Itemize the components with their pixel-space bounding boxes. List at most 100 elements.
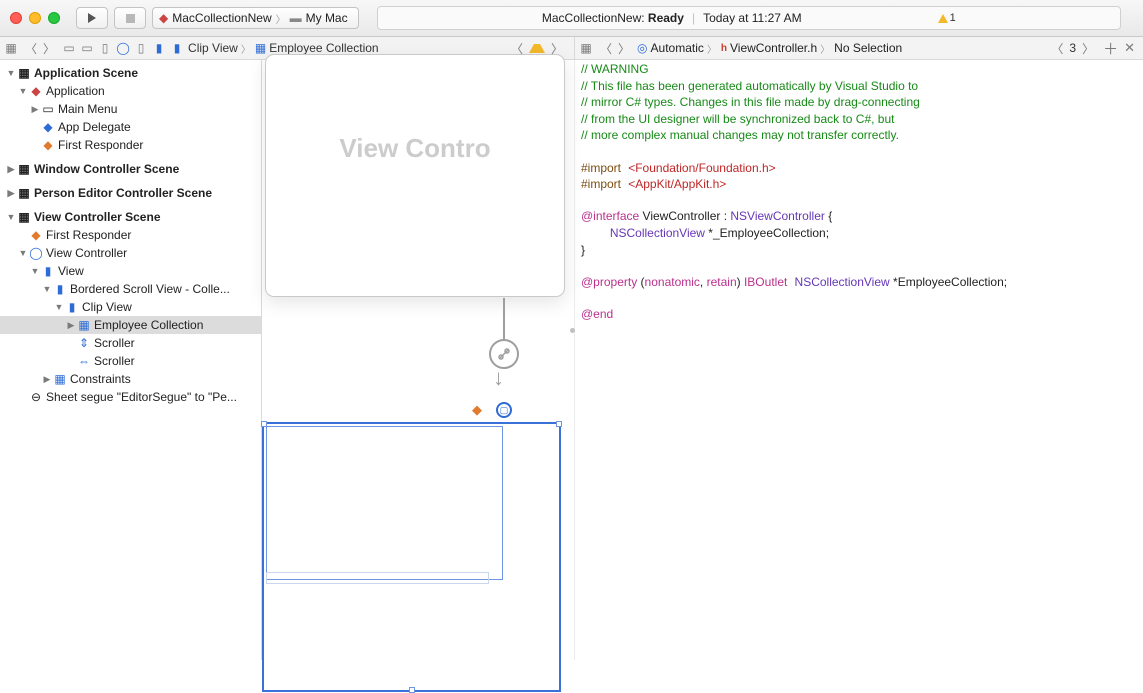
viewcontroller-card[interactable]: View Contro	[265, 54, 565, 297]
code-text: {	[825, 209, 832, 223]
assistant-editor[interactable]: // WARNING // This file has been generat…	[575, 60, 1143, 660]
code-text: *_EmployeeCollection;	[705, 226, 829, 240]
divider: |	[692, 11, 695, 25]
outline-view[interactable]: ▼▮View	[0, 262, 261, 280]
outline-scene-application[interactable]: ▼▦Application Scene	[0, 64, 261, 82]
outline-scrollview[interactable]: ▼▮Bordered Scroll View - Colle...	[0, 280, 261, 298]
device-icon: ▬	[290, 11, 302, 25]
outline-constraints[interactable]: ▶▦Constraints	[0, 370, 261, 388]
scheme-name: MacCollectionNew	[172, 11, 271, 25]
breadcrumb-employee[interactable]: ▦Employee Collection	[255, 41, 379, 55]
nav-fwd-icon[interactable]: 〉	[615, 40, 633, 57]
cube-icon: ◆	[40, 120, 56, 134]
code-type: NSCollectionView	[795, 275, 890, 289]
interface-builder-canvas[interactable]: View Contro ↓ ◆ ▢	[262, 60, 575, 660]
square-icon[interactable]: ▮	[152, 41, 166, 55]
code-text: }	[581, 243, 585, 257]
stop-button[interactable]	[114, 7, 146, 29]
nav-fwd-icon[interactable]: 〉	[1079, 40, 1097, 57]
responder-icon: ◆	[28, 228, 44, 242]
card-title: View Contro	[266, 133, 564, 164]
breadcrumb-automatic[interactable]: ◎Automatic〉	[637, 41, 717, 56]
resize-handle[interactable]	[556, 421, 562, 427]
related-items-icon[interactable]: ▦	[579, 41, 593, 55]
add-button[interactable]: ＋	[1103, 38, 1118, 59]
nav-fwd-icon[interactable]: 〉	[40, 40, 58, 57]
controller-icon[interactable]: ▢	[496, 402, 512, 418]
controller-icon: ◯	[28, 246, 44, 260]
code-keyword: #import	[581, 161, 621, 175]
code-comment: // This file has been generated automati…	[581, 79, 918, 93]
warning-icon[interactable]	[526, 44, 548, 53]
code-text: ,	[700, 275, 707, 289]
scene-icon: ▦	[16, 186, 32, 200]
scene-icon: ▦	[16, 66, 32, 80]
scene-icon: ▦	[16, 210, 32, 224]
code-keyword: @interface	[581, 209, 639, 223]
code-type: NSViewController	[730, 209, 824, 223]
status-project: MacCollectionNew:	[542, 11, 645, 25]
code-keyword: @property	[581, 275, 637, 289]
square-icon[interactable]: ▯	[134, 41, 148, 55]
pane-resize-handle[interactable]	[569, 0, 575, 660]
outline-segue[interactable]: ⊖Sheet segue "EditorSegue" to "Pe...	[0, 388, 261, 406]
window-traffic-lights	[10, 12, 60, 24]
nav-back-icon[interactable]: 〈	[1048, 40, 1066, 57]
square-icon[interactable]: ▮	[170, 41, 184, 55]
outline-view-controller[interactable]: ▼◯View Controller	[0, 244, 261, 262]
doc-icon[interactable]: ▯	[98, 41, 112, 55]
close-icon[interactable]	[10, 12, 22, 24]
status-time: Today at 11:27 AM	[703, 11, 802, 25]
collection-icon: ▦	[76, 318, 92, 332]
code-text: *EmployeeCollection;	[890, 275, 1007, 289]
code-keyword: @end	[581, 307, 613, 321]
collection-item-prototype[interactable]	[266, 426, 503, 580]
run-button[interactable]	[76, 7, 108, 29]
breadcrumb-file[interactable]: hViewController.h〉	[721, 41, 830, 56]
resize-handle[interactable]	[261, 421, 267, 427]
outline-clipview[interactable]: ▼▮Clip View	[0, 298, 261, 316]
scheme-selector[interactable]: ◆ MacCollectionNew 〉 ▬ My Mac	[152, 7, 359, 29]
minimize-icon[interactable]	[29, 12, 41, 24]
jump-bar-right[interactable]: ▦ 〈〉 ◎Automatic〉 hViewController.h〉 No S…	[575, 37, 1143, 59]
related-items-icon[interactable]: ▦	[4, 41, 18, 55]
zoom-icon[interactable]	[48, 12, 60, 24]
breadcrumb-clipview[interactable]: Clip View〉	[188, 41, 251, 56]
outline-scene-vc[interactable]: ▼▦View Controller Scene	[0, 208, 261, 226]
outline-scroller[interactable]: ⇔Scroller	[0, 352, 261, 370]
scheme-target: My Mac	[306, 11, 348, 25]
outline-app-delegate[interactable]: ◆App Delegate	[0, 118, 261, 136]
responder-icon: ◆	[40, 138, 56, 152]
warning-badge[interactable]: 1	[938, 12, 956, 24]
breadcrumb-selection[interactable]: No Selection	[834, 41, 902, 55]
nav-back-icon[interactable]: 〈	[597, 40, 615, 57]
main-area: ▼▦Application Scene ▼◆Application ▶▭Main…	[0, 60, 1143, 660]
outline-scene-person[interactable]: ▶▦Person Editor Controller Scene	[0, 184, 261, 202]
constraints-icon: ▦	[52, 372, 68, 386]
outline-application[interactable]: ▼◆Application	[0, 82, 261, 100]
responder-icon[interactable]: ◆	[472, 402, 482, 418]
selected-collection-view[interactable]	[262, 422, 561, 692]
outline-main-menu[interactable]: ▶▭Main Menu	[0, 100, 261, 118]
outline-employee-collection[interactable]: ▶▦Employee Collection	[0, 316, 261, 334]
document-outline[interactable]: ▼▦Application Scene ▼◆Application ▶▭Main…	[0, 60, 262, 660]
folder-icon[interactable]: ▭	[80, 41, 94, 55]
app-icon: ◆	[159, 11, 168, 25]
outline-scroller[interactable]: ⇕Scroller	[0, 334, 261, 352]
square-icon[interactable]: ◯	[116, 41, 130, 55]
nav-back-icon[interactable]: 〈	[22, 40, 40, 57]
scene-dock: ◆ ▢	[472, 402, 512, 418]
arrow-down-icon: ↓	[493, 365, 504, 391]
resize-handle[interactable]	[409, 687, 415, 693]
code-import: <AppKit/AppKit.h>	[628, 177, 726, 191]
close-button[interactable]: ✕	[1124, 40, 1135, 56]
warning-count: 1	[950, 12, 956, 24]
status-state: Ready	[648, 11, 684, 25]
warning-icon	[938, 14, 948, 23]
status-bar: MacCollectionNew: Ready | Today at 11:27…	[377, 6, 1121, 30]
folder-icon[interactable]: ▭	[62, 41, 76, 55]
code-import: <Foundation/Foundation.h>	[628, 161, 775, 175]
outline-first-responder[interactable]: ◆First Responder	[0, 226, 261, 244]
outline-scene-window[interactable]: ▶▦Window Controller Scene	[0, 160, 261, 178]
outline-first-responder[interactable]: ◆First Responder	[0, 136, 261, 154]
